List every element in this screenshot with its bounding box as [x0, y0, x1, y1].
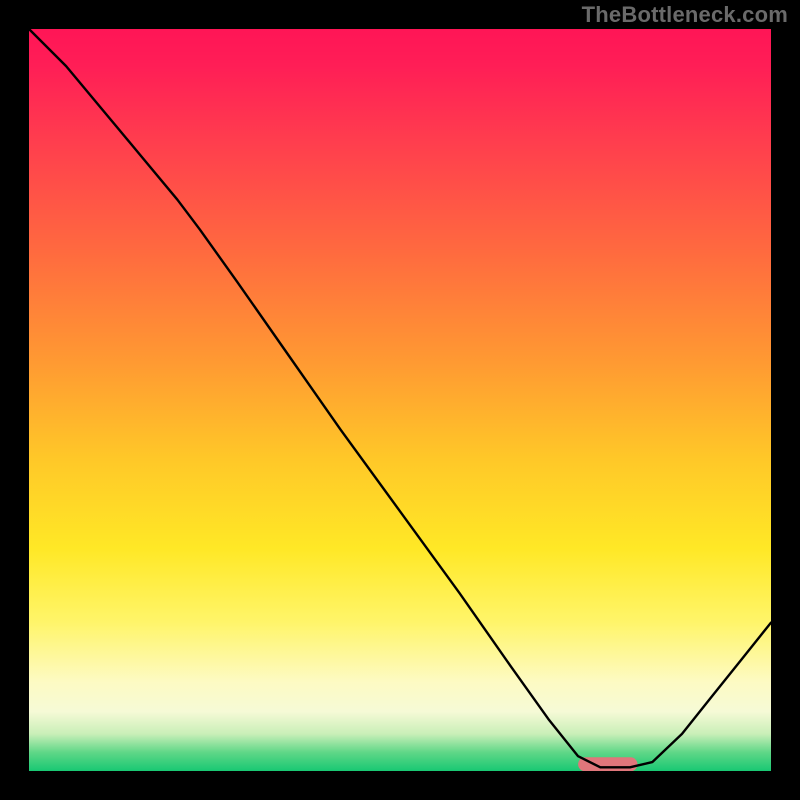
curve-layer: [29, 29, 771, 771]
chart-frame: TheBottleneck.com: [0, 0, 800, 800]
bottleneck-curve: [29, 29, 771, 767]
watermark-text: TheBottleneck.com: [582, 2, 788, 28]
plot-area: [29, 29, 771, 771]
